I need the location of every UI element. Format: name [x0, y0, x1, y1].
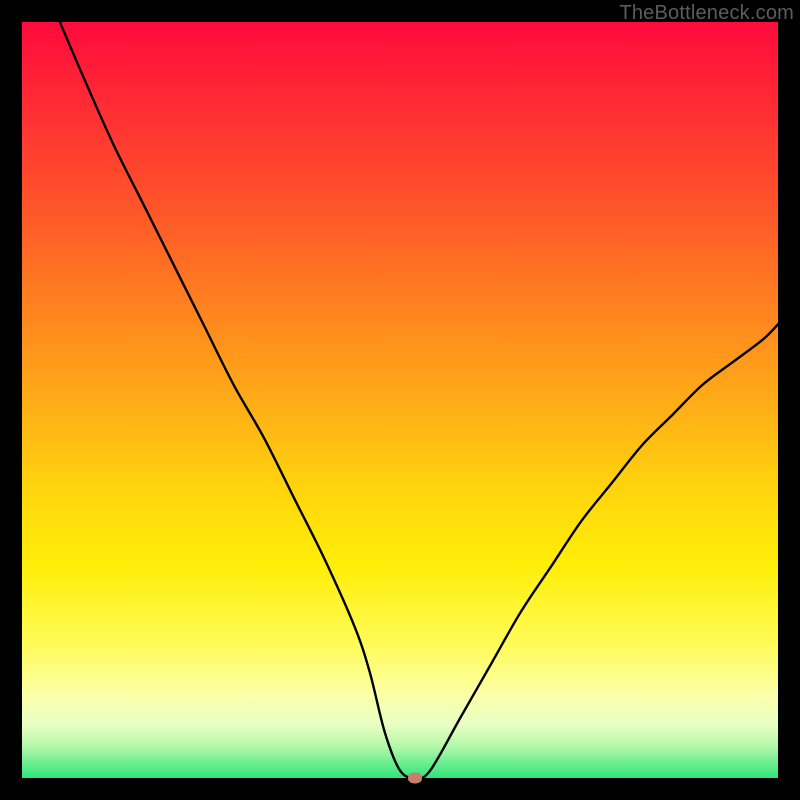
chart-frame: TheBottleneck.com: [0, 0, 800, 800]
bottleneck-curve: [22, 22, 778, 778]
watermark-text: TheBottleneck.com: [619, 2, 794, 25]
optimal-point-marker: [408, 773, 422, 784]
plot-area: [22, 22, 778, 778]
